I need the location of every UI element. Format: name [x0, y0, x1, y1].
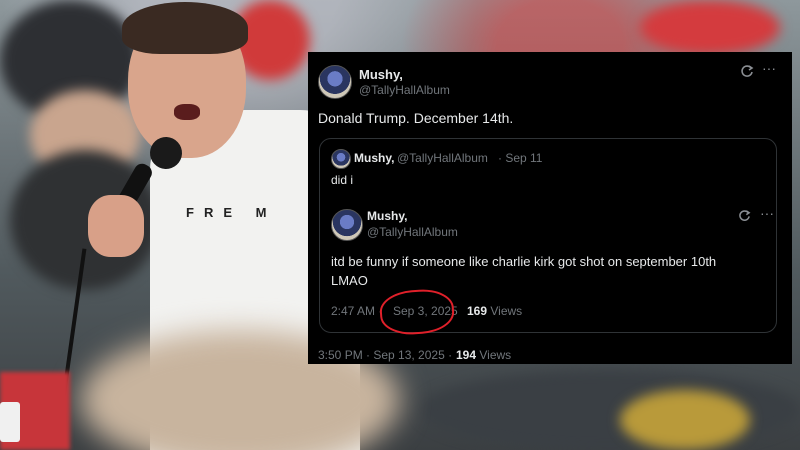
- shirt-text: FRE M: [186, 205, 277, 220]
- nested-views-label: Views: [490, 304, 523, 318]
- nested-views: 169 Views: [467, 304, 522, 318]
- nested-author-handle: @TallyHallAlbum: [367, 225, 458, 239]
- person-hair: [122, 2, 248, 54]
- more-icon[interactable]: ···: [762, 60, 776, 76]
- cup: [0, 402, 20, 442]
- nested-views-count: 169: [467, 304, 488, 318]
- author-name[interactable]: Mushy,: [359, 67, 403, 82]
- nested-author-name: Mushy,: [367, 209, 408, 223]
- tweet-views-label: Views: [479, 348, 512, 362]
- quoted-author-name: Mushy,: [354, 151, 395, 165]
- author-handle[interactable]: @TallyHallAlbum: [359, 83, 450, 97]
- more-icon[interactable]: ···: [760, 205, 774, 221]
- tweet-timestamp[interactable]: 3:50 PM · Sep 13, 2025 ·: [318, 348, 452, 362]
- crowd-blur: [620, 390, 750, 450]
- quoted-avatar: [331, 149, 351, 169]
- quoted-author-handle: @TallyHallAlbum: [397, 151, 488, 165]
- tweet-text: Donald Trump. December 14th.: [318, 110, 514, 126]
- tweet-views-count: 194: [456, 348, 477, 362]
- nested-text-line2: LMAO: [331, 273, 368, 288]
- person-mouth: [174, 104, 200, 120]
- nested-avatar: [331, 209, 363, 241]
- quoted-text: did i: [331, 173, 354, 187]
- refresh-icon[interactable]: [738, 209, 751, 225]
- refresh-icon[interactable]: [740, 64, 754, 81]
- quoted-date: · Sep 11: [498, 151, 543, 165]
- person-hand: [88, 195, 144, 257]
- tweet-views: 194 Views: [456, 348, 511, 362]
- author-avatar[interactable]: [318, 65, 352, 99]
- nested-time: 2:47 AM ·: [331, 304, 383, 318]
- nested-text-line1: itd be funny if someone like charlie kir…: [331, 254, 717, 269]
- crowd-blur: [640, 0, 780, 55]
